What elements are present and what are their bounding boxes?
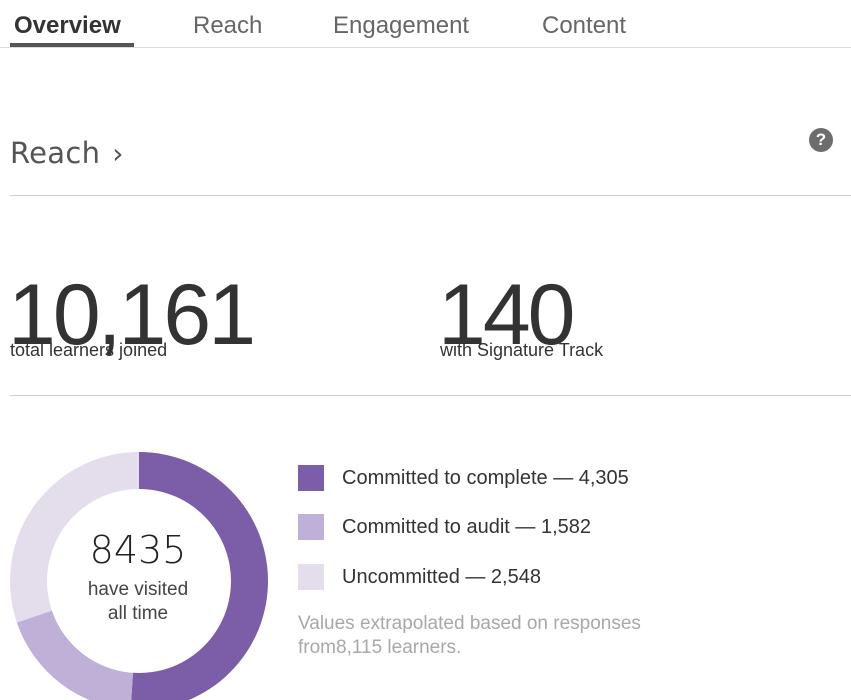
legend-swatch bbox=[298, 514, 324, 540]
extrapolation-note: Values extrapolated based on responses f… bbox=[298, 612, 718, 660]
tab-engagement[interactable]: Engagement bbox=[333, 12, 469, 40]
reach-section-link[interactable]: Reach › bbox=[10, 136, 124, 170]
tab-reach[interactable]: Reach bbox=[193, 12, 262, 40]
note-line1: Values extrapolated based on responses bbox=[298, 613, 641, 634]
chevron-right-icon: › bbox=[112, 137, 124, 170]
donut-center: 8435 have visited all time bbox=[48, 528, 228, 626]
legend-item-committed-audit: Committed to audit — 1,582 bbox=[298, 512, 591, 542]
section-title: Reach bbox=[10, 136, 101, 170]
legend-label: Committed to audit — 1,582 bbox=[342, 515, 592, 538]
divider bbox=[10, 395, 851, 396]
visited-count: 8435 bbox=[89, 528, 187, 572]
help-icon[interactable]: ? bbox=[809, 128, 833, 152]
tab-bar: Overview Reach Engagement Content bbox=[0, 0, 851, 48]
legend-label: Committed to complete — 4,305 bbox=[342, 466, 629, 489]
note-line2: from8,115 learners. bbox=[298, 637, 462, 658]
visited-label-line1: have visited bbox=[87, 579, 189, 600]
legend-swatch bbox=[298, 564, 324, 590]
visited-label-line2: all time bbox=[107, 603, 169, 624]
active-tab-indicator bbox=[10, 43, 134, 47]
legend-item-committed-complete: Committed to complete — 4,305 bbox=[298, 463, 629, 493]
total-learners-label: total learners joined bbox=[10, 340, 168, 360]
legend-swatch bbox=[298, 465, 324, 491]
divider bbox=[10, 195, 851, 196]
tab-content[interactable]: Content bbox=[542, 12, 626, 40]
legend-item-uncommitted: Uncommitted — 2,548 bbox=[298, 562, 541, 592]
legend-label: Uncommitted — 2,548 bbox=[342, 565, 541, 588]
signature-track-label: with Signature Track bbox=[440, 340, 604, 360]
tab-overview[interactable]: Overview bbox=[14, 12, 121, 40]
